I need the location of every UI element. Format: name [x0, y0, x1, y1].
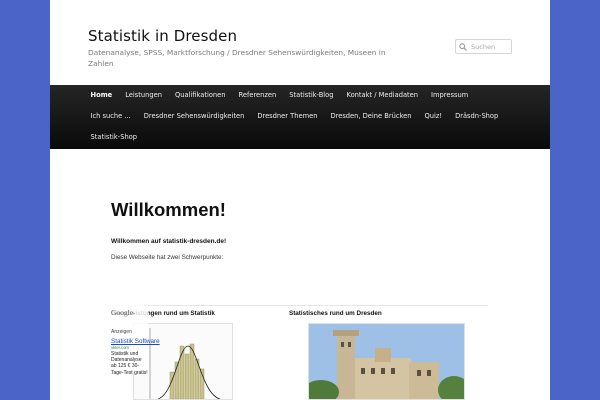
- nav-item-leistungen[interactable]: Leistungen: [119, 85, 169, 106]
- nav-item-home[interactable]: Home: [84, 85, 119, 106]
- nav-item-dresdner-themen[interactable]: Dresdner Themen: [251, 106, 324, 127]
- intro-text: Diese Webseite hat zwei Schwerpunkte:: [111, 254, 224, 261]
- nav-item-statistik-shop[interactable]: Statistik-Shop: [84, 127, 144, 148]
- page-heading: Willkommen!: [111, 199, 226, 220]
- nav-item-quiz[interactable]: Quiz!: [418, 106, 449, 127]
- nav-row-1: Home Leistungen Qualifikationen Referenz…: [84, 85, 475, 106]
- nav-item-ich-suche[interactable]: Ich suche ...: [84, 106, 137, 127]
- nav-row-2: Ich suche ... Dresdner Sehenswürdigkeite…: [84, 106, 505, 127]
- nav-item-kontakt[interactable]: Kontakt / Mediadaten: [340, 85, 425, 106]
- search-box[interactable]: [455, 39, 512, 54]
- nav-item-bruecken[interactable]: Dresden, Deine Brücken: [324, 106, 418, 127]
- castle-graphic: [309, 324, 464, 399]
- google-ad[interactable]: Google-Anzeigen Statistik Software vkter…: [111, 302, 160, 376]
- search-icon: [459, 42, 467, 51]
- page-container: Statistik in Dresden Datenanalyse, SPSS,…: [50, 0, 550, 400]
- castle-photo[interactable]: [308, 323, 465, 400]
- nav-item-draesdn-shop[interactable]: Dräsdn-Shop: [449, 106, 505, 127]
- content-divider: [111, 305, 488, 306]
- column-title-dresden: Statistisches rund um Dresden: [289, 310, 382, 317]
- nav-item-impressum[interactable]: Impressum: [425, 85, 475, 106]
- site-title[interactable]: Statistik in Dresden: [88, 27, 237, 45]
- nav-item-qualifikationen[interactable]: Qualifikationen: [168, 85, 232, 106]
- google-logo: Google: [111, 308, 134, 317]
- nav-item-referenzen[interactable]: Referenzen: [232, 85, 283, 106]
- site-description: Datenanalyse, SPSS, Marktforschung / Dre…: [88, 48, 386, 68]
- search-input[interactable]: [471, 41, 511, 52]
- nav-item-sehenswuerdigkeiten[interactable]: Dresdner Sehenswürdigkeiten: [137, 106, 251, 127]
- nav-row-3: Statistik-Shop: [84, 127, 144, 148]
- welcome-text: Willkommen auf statistik-dresden.de!: [111, 238, 227, 245]
- ad-text: Statistik und Datenanalyse ab 125 € 30-T…: [111, 351, 148, 376]
- ad-title-link[interactable]: Statistik Software: [111, 338, 160, 345]
- histogram-image[interactable]: [133, 323, 233, 400]
- main-navigation: Home Leistungen Qualifikationen Referenz…: [50, 85, 550, 149]
- histogram-graphic: [149, 328, 221, 400]
- nav-item-statistik-blog[interactable]: Statistik-Blog: [283, 85, 340, 106]
